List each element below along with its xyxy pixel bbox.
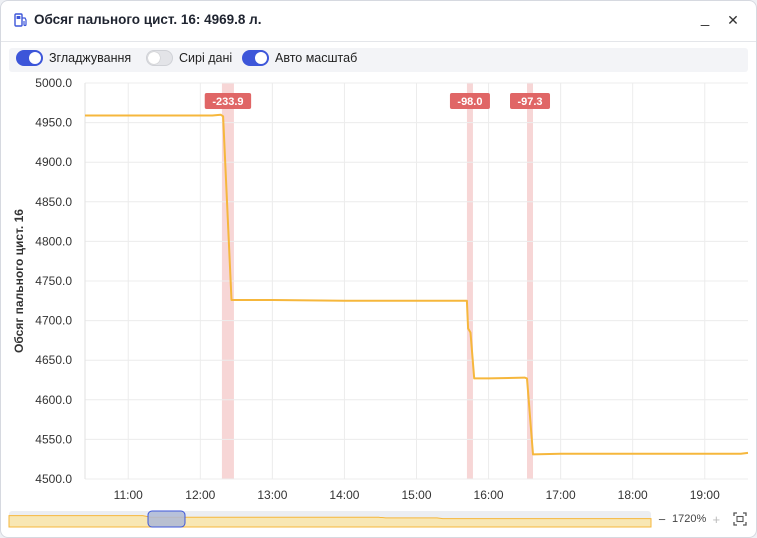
fuel-volume-chart[interactable]: 5000.0 4950.0 4900.0 4850.0 4800.0 4750.0 4700… xyxy=(1,73,756,535)
close-icon: ✕ xyxy=(727,11,739,28)
fit-screen-icon[interactable] xyxy=(733,512,747,526)
event-label: -97.3 xyxy=(517,96,542,108)
zoom-level: 1720% xyxy=(672,513,707,525)
title-bar: Обсяг пального цист. 16: 4969.8 л. _ ✕ xyxy=(1,1,756,42)
raw-data-toggle[interactable]: Сирі дані xyxy=(146,50,232,66)
raw-data-switch[interactable] xyxy=(146,50,173,66)
close-button[interactable]: ✕ xyxy=(722,9,744,31)
y-tick-label: 4600.0 xyxy=(35,393,72,407)
x-tick-label: 15:00 xyxy=(401,488,431,502)
event-label: -98.0 xyxy=(457,96,482,108)
chart-options-toolbar: Згладжування Сирі дані Авто масштаб xyxy=(9,48,748,72)
y-tick-label: 4750.0 xyxy=(35,274,72,288)
raw-data-label: Сирі дані xyxy=(179,51,233,65)
y-tick-label: 4700.0 xyxy=(35,314,72,328)
x-tick-label: 12:00 xyxy=(185,488,215,502)
x-tick-label: 17:00 xyxy=(546,488,576,502)
auto-scale-switch[interactable] xyxy=(242,50,269,66)
x-tick-label: 14:00 xyxy=(329,488,359,502)
y-tick-label: 4550.0 xyxy=(35,432,72,446)
x-tick-label: 19:00 xyxy=(690,488,720,502)
event-label: -233.9 xyxy=(212,96,243,108)
x-tick-label: 13:00 xyxy=(257,488,287,502)
y-tick-label: 4650.0 xyxy=(35,353,72,367)
y-axis-label: Обсяг пального цист. 16 xyxy=(12,209,26,353)
minimize-icon: _ xyxy=(700,9,710,27)
zoom-controls: − 1720% + xyxy=(655,509,753,529)
x-tick-label: 18:00 xyxy=(618,488,648,502)
x-tick-label: 16:00 xyxy=(474,488,504,502)
fuel-pump-icon xyxy=(14,13,27,27)
y-tick-label: 4500.0 xyxy=(35,472,72,486)
x-tick-label: 11:00 xyxy=(114,488,143,502)
auto-scale-label: Авто масштаб xyxy=(275,51,358,65)
y-tick-label: 4850.0 xyxy=(35,195,72,209)
y-tick-label: 4950.0 xyxy=(35,116,72,130)
y-tick-label: 5000.0 xyxy=(35,76,72,90)
window-title: Обсяг пального цист. 16: 4969.8 л. xyxy=(34,12,262,27)
y-tick-label: 4900.0 xyxy=(35,155,72,169)
zoom-in-button[interactable]: + xyxy=(709,512,723,527)
minimize-button[interactable]: _ xyxy=(694,9,716,31)
fuel-chart-window: Обсяг пального цист. 16: 4969.8 л. _ ✕ З… xyxy=(0,0,757,538)
auto-scale-toggle[interactable]: Авто масштаб xyxy=(242,50,357,66)
smoothing-label: Згладжування xyxy=(49,51,132,65)
smoothing-switch[interactable] xyxy=(16,50,43,66)
y-tick-label: 4800.0 xyxy=(35,234,72,248)
zoom-out-button[interactable]: − xyxy=(655,512,669,527)
smoothing-toggle[interactable]: Згладжування xyxy=(16,50,131,66)
overview-range-handle[interactable] xyxy=(147,510,186,528)
